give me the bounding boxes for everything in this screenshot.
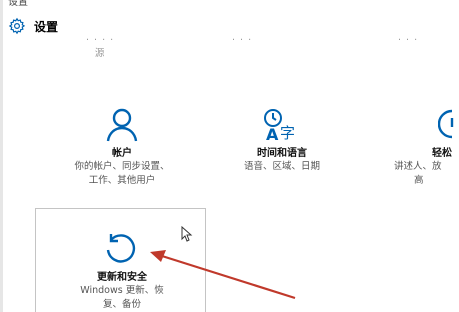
annotation-arrow-icon [150,250,296,300]
